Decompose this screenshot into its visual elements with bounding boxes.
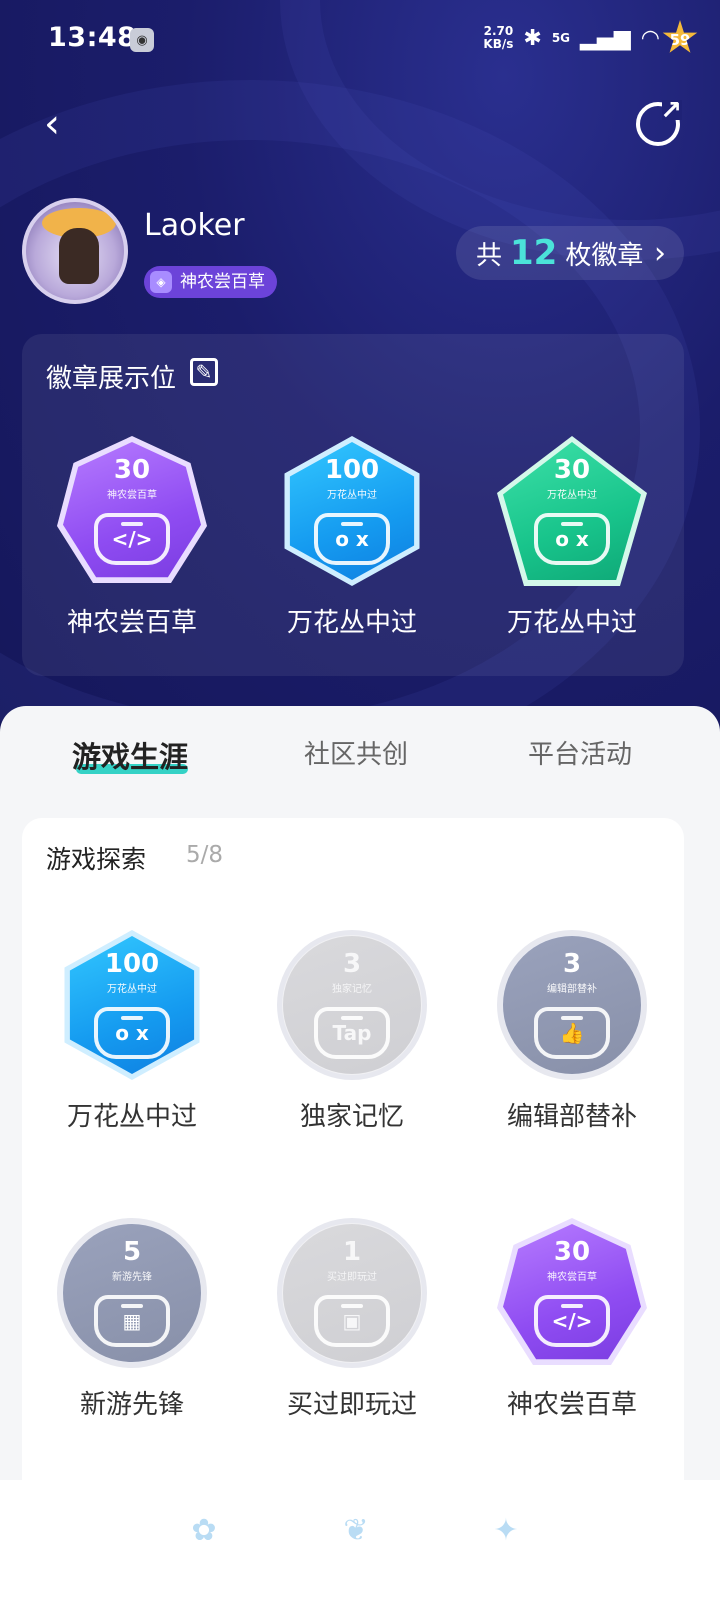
thumbs-up-icon: 👍 (534, 1007, 610, 1059)
app-notification-icon: ◉ (130, 28, 154, 52)
badge-subtitle: 神农尝百草 (547, 1272, 597, 1283)
chevron-right-icon: › (654, 236, 666, 271)
showcase-badge-1[interactable]: 30 神农尝百草 </> 神农尝百草 (32, 436, 232, 639)
tab-label: 社区共创 (304, 740, 409, 770)
badge-item[interactable]: 100 万花丛中过 o x 万花丛中过 (32, 930, 232, 1133)
showcase-badge-3[interactable]: 30 万花丛中过 o x 万花丛中过 (472, 436, 672, 639)
badge-emblem: 30 神农尝百草 </> (57, 436, 207, 586)
badge-item[interactable]: 3 独家记忆 Tap 独家记忆 (252, 930, 452, 1133)
badge-number: 3 (342, 949, 362, 979)
badge-label: 买过即玩过 (286, 1390, 417, 1420)
gamepad-icon: o x (314, 513, 390, 565)
badge-count-number: 12 (510, 233, 558, 273)
gamepad-icon: o x (94, 1007, 170, 1059)
badge-emblem: 30 神农尝百草 </> (497, 1218, 647, 1368)
level-star-icon: 59 (662, 20, 698, 53)
tab-platform-events[interactable]: 平台活动 (528, 734, 632, 771)
code-gamepad-icon: </> (94, 513, 170, 565)
badge-emblem: 100 万花丛中过 o x (277, 436, 427, 586)
badge-showcase-card: 徽章展示位 ✎ 30 神农尝百草 </> 神农尝百草 100 万花丛中过 o x… (22, 334, 684, 676)
badge-number: 3 (562, 949, 582, 979)
badge-count-prefix: 共 (476, 240, 503, 271)
edit-icon[interactable]: ✎ (190, 358, 218, 386)
network-speed-unit: KB/s (483, 37, 514, 51)
badge-emblem: 5 新游先锋 ▦ (57, 1218, 207, 1368)
badge-count-button[interactable]: 共 12 枚徽章 › (456, 226, 684, 280)
badge-emblem: 100 万花丛中过 o x (57, 930, 207, 1080)
badge-subtitle: 神农尝百草 (107, 490, 157, 501)
signal-icon: ▂▄▆ (580, 25, 631, 51)
calendar-gamepad-icon: ▦ (94, 1295, 170, 1347)
username: Laoker (144, 208, 245, 243)
avatar-figure (59, 228, 99, 284)
title-chip[interactable]: ◈ 神农尝百草 (144, 266, 277, 298)
badge-number: 100 (324, 455, 380, 485)
badge-label: 万花丛中过 (66, 1102, 197, 1132)
badge-subtitle: 编辑部替补 (547, 984, 597, 995)
badge-number: 30 (553, 1237, 591, 1267)
badge-number: 1 (342, 1237, 362, 1267)
badge-number: 30 (113, 455, 151, 485)
network-speed: 2.70 KB/s (483, 25, 513, 51)
showcase-title: 徽章展示位 (46, 364, 177, 394)
badge-item[interactable]: 5 新游先锋 ▦ 新游先锋 (32, 1218, 232, 1421)
code-gamepad-icon: </> (534, 1295, 610, 1347)
avatar[interactable] (22, 198, 128, 304)
section-progress: 5/8 (186, 842, 224, 868)
badge-subtitle: 独家记忆 (332, 984, 372, 995)
tab-label: 平台活动 (528, 740, 633, 770)
showcase-badge-2[interactable]: 100 万花丛中过 o x 万花丛中过 (252, 436, 452, 639)
badge-emblem: 1 买过即玩过 ▣ (277, 1218, 427, 1368)
badge-label: 万花丛中过 (286, 608, 417, 638)
gamepad-icon: o x (534, 513, 610, 565)
title-chip-label: 神农尝百草 (180, 272, 265, 292)
tap-icon: Tap (314, 1007, 390, 1059)
badge-item[interactable]: 1 买过即玩过 ▣ 买过即玩过 (252, 1218, 452, 1421)
section-title: 游戏探索 (46, 845, 147, 874)
badge-label: 神农尝百草 (66, 608, 197, 638)
badge-count-suffix: 枚徽章 (565, 240, 644, 271)
badge-subtitle: 万花丛中过 (327, 490, 377, 501)
badge-item[interactable]: 3 编辑部替补 👍 编辑部替补 (472, 930, 672, 1133)
badge-label: 万花丛中过 (506, 608, 637, 638)
signal-label: 5G (551, 31, 571, 45)
badge-item[interactable]: 30 神农尝百草 </> 神农尝百草 (472, 1218, 672, 1421)
sparkle-icon[interactable]: ✦ (486, 1510, 526, 1550)
badge-subtitle: 万花丛中过 (547, 490, 597, 501)
badge-emblem: 3 独家记忆 Tap (277, 930, 427, 1080)
status-time: 13:48 (48, 22, 137, 53)
status-bar: 13:48 ◉ 2.70 KB/s ✱ 5G ▂▄▆ ◠ 59 (0, 0, 720, 78)
badge-emblem: 30 万花丛中过 o x (497, 436, 647, 586)
badge-subtitle: 买过即玩过 (327, 1272, 377, 1283)
badge-number: 30 (553, 455, 591, 485)
flower-icon[interactable]: ✿ (184, 1510, 224, 1550)
badge-emblem: 3 编辑部替补 👍 (497, 930, 647, 1080)
bluetooth-icon: ✱ (523, 25, 542, 51)
game-explore-card: 游戏探索 5/8 100 万花丛中过 o x 万花丛中过 3 独家记忆 Tap … (22, 818, 684, 1578)
badge-list-sheet: 游戏生涯 社区共创 平台活动 游戏探索 5/8 100 万花丛中过 o x 万花… (0, 706, 720, 1601)
gamepad-icon: ◈ (150, 271, 172, 293)
badge-subtitle: 新游先锋 (112, 1272, 152, 1283)
shopping-bag-icon: ▣ (314, 1295, 390, 1347)
leaf-icon[interactable]: ❦ (336, 1510, 376, 1550)
status-indicators: 2.70 KB/s ✱ 5G ▂▄▆ ◠ (483, 20, 660, 56)
tab-game-career[interactable]: 游戏生涯 (72, 734, 188, 776)
tab-community[interactable]: 社区共创 (304, 734, 408, 771)
share-icon: ↗ (660, 96, 682, 126)
badge-subtitle: 万花丛中过 (107, 984, 157, 995)
badge-number: 5 (122, 1237, 142, 1267)
badge-label: 编辑部替补 (506, 1102, 637, 1132)
back-button[interactable]: ‹ (28, 100, 76, 148)
badge-label: 新游先锋 (79, 1390, 184, 1420)
wifi-icon: ◠ (640, 25, 660, 51)
badge-number: 100 (104, 949, 160, 979)
badge-label: 神农尝百草 (506, 1390, 637, 1420)
bottom-nav: ✿ ❦ ✦ (0, 1480, 720, 1601)
tab-label: 游戏生涯 (72, 740, 189, 774)
badge-label: 独家记忆 (299, 1102, 404, 1132)
share-button[interactable]: ↗ (636, 96, 682, 146)
